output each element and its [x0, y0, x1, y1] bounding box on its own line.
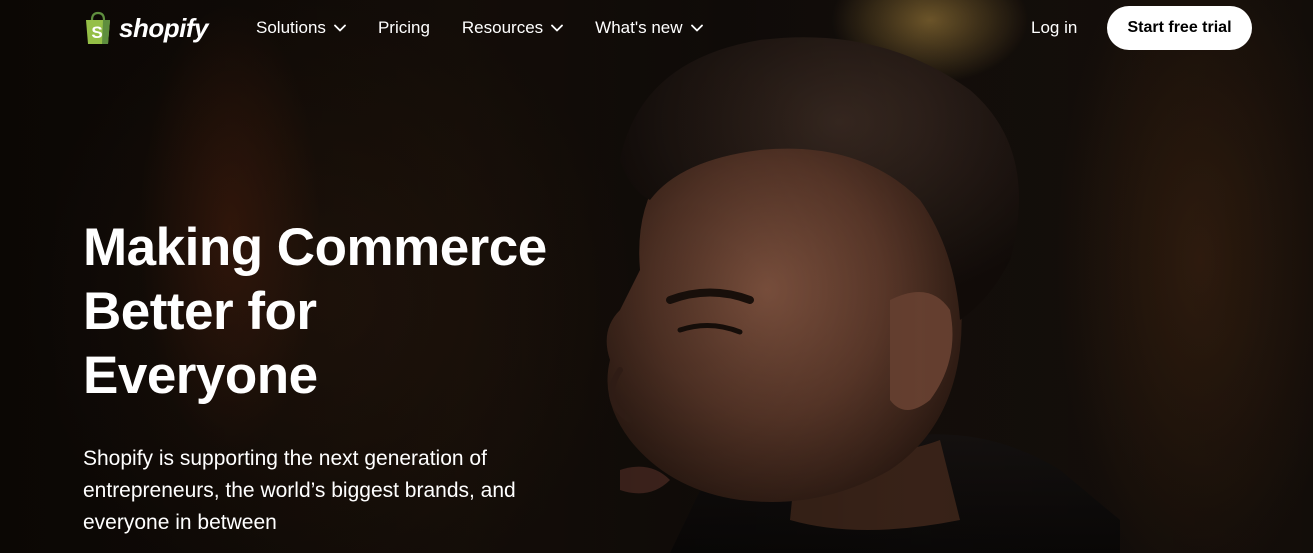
- nav-item-label: Resources: [461, 18, 544, 37]
- hero-subtitle-line: everyone in between: [83, 511, 277, 534]
- chevron-down-icon: [334, 24, 346, 32]
- nav-item-label: What's new: [595, 18, 683, 37]
- login-link[interactable]: Log in: [1031, 18, 1077, 38]
- nav-item-label: Pricing: [377, 18, 430, 37]
- site-header: S shopify Solutions Pricing Resources Wh…: [0, 0, 1313, 56]
- chevron-down-icon: [690, 24, 703, 32]
- logo-bag-letter: S: [91, 23, 102, 42]
- hero-title: Making Commerce Better for Everyone: [83, 216, 603, 408]
- shopify-homepage: S shopify Solutions Pricing Resources Wh…: [0, 0, 1313, 553]
- main-nav: Solutions Pricing Resources What's new: [256, 0, 735, 56]
- nav-item-label: Solutions: [256, 18, 326, 37]
- hero-title-line: Everyone: [83, 346, 318, 405]
- shopping-bag-logo-icon: S: [86, 11, 110, 44]
- nav-item-solutions[interactable]: Solutions: [256, 18, 346, 38]
- hero-title-line: Making Commerce: [83, 218, 547, 277]
- hero-subtitle: Shopify is supporting the next generatio…: [83, 443, 553, 539]
- chevron-down-icon: [551, 24, 564, 32]
- hero-title-line: Better for: [83, 282, 317, 341]
- logo-wordmark: shopify: [119, 13, 208, 43]
- nav-item-whats-new[interactable]: What's new: [595, 18, 703, 38]
- start-free-trial-button[interactable]: Start free trial: [1107, 6, 1252, 50]
- hero-subtitle-line: Shopify is supporting the next generatio…: [83, 447, 487, 470]
- nav-item-resources[interactable]: Resources: [461, 18, 564, 38]
- shopify-logo[interactable]: S shopify: [83, 10, 208, 46]
- nav-item-pricing[interactable]: Pricing: [378, 18, 430, 38]
- hero-subtitle-line: entrepreneurs, the world’s biggest brand…: [83, 479, 516, 502]
